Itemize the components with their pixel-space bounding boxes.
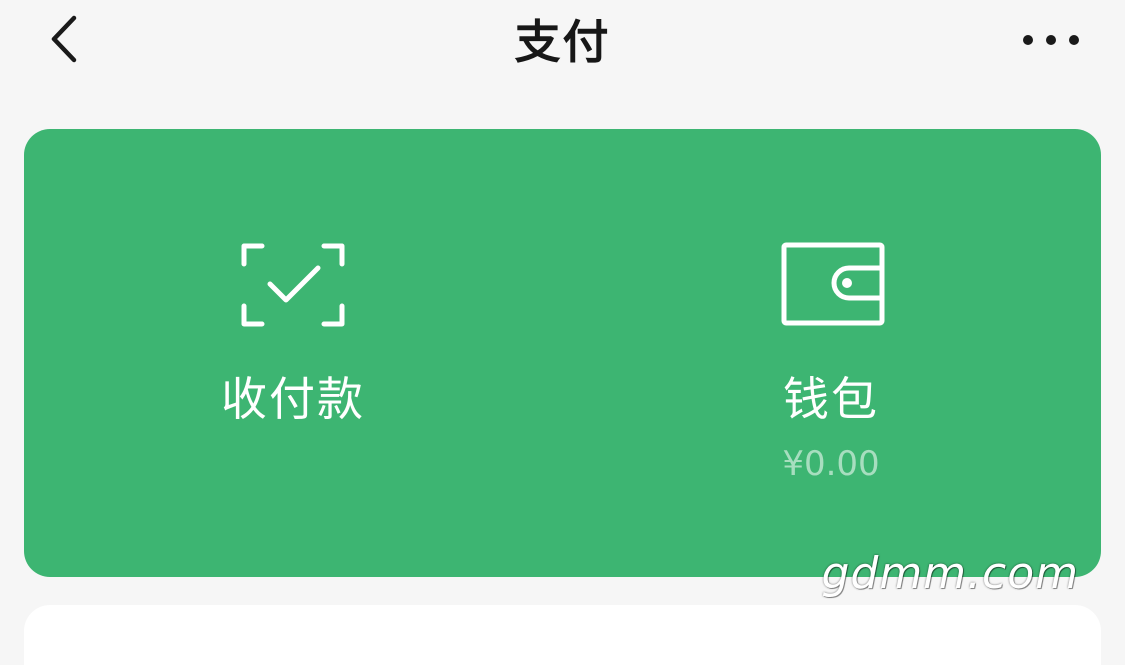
wallet-button[interactable]: 钱包 ¥0.00: [681, 129, 981, 577]
more-button[interactable]: [1019, 22, 1083, 58]
watermark: gdmm.com: [821, 548, 1079, 599]
top-bar: 支付: [0, 0, 1125, 84]
page-title: 支付: [514, 15, 611, 69]
scan-check-icon: [241, 243, 345, 327]
more-horizontal-icon: [1023, 35, 1079, 45]
services-card: [24, 605, 1101, 665]
pay-card: 收付款 钱包 ¥0.00: [24, 129, 1101, 577]
receive-pay-label: 收付款: [221, 372, 365, 426]
wallet-label: 钱包: [783, 372, 879, 426]
wallet-icon: [781, 242, 885, 326]
wallet-balance: ¥0.00: [782, 444, 880, 484]
receive-pay-button[interactable]: 收付款: [143, 129, 443, 577]
